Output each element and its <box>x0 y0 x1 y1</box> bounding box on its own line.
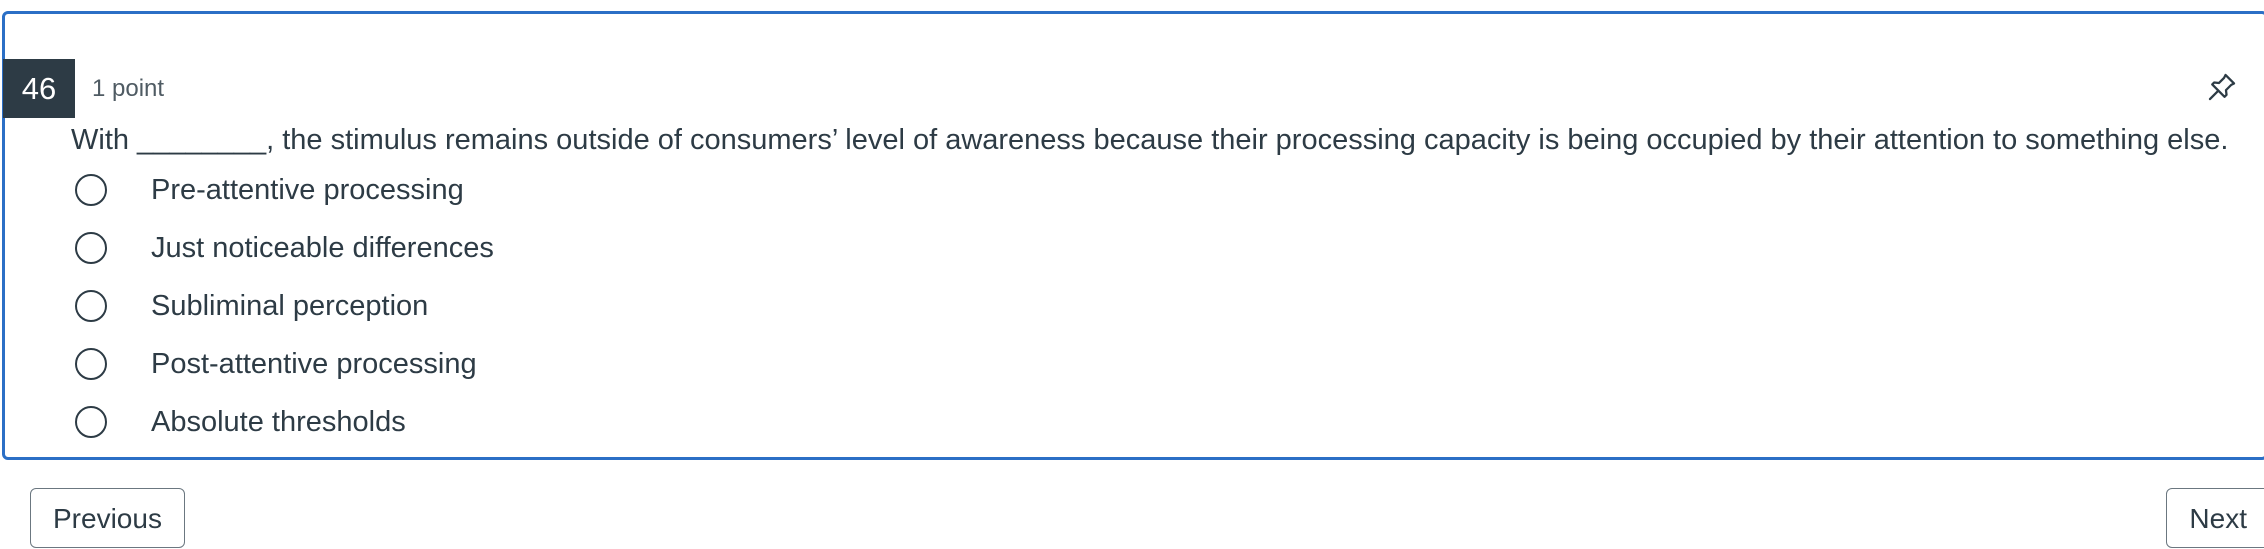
answer-option[interactable]: Post-attentive processing <box>71 335 494 393</box>
radio-button[interactable] <box>75 174 107 206</box>
answer-option[interactable]: Absolute thresholds <box>71 393 494 451</box>
radio-button[interactable] <box>75 290 107 322</box>
answer-option[interactable]: Subliminal perception <box>71 277 494 335</box>
answer-label[interactable]: Subliminal perception <box>151 290 428 323</box>
question-card: 46 1 point With ________, the stimulus r… <box>2 11 2264 460</box>
answer-label[interactable]: Absolute thresholds <box>151 406 406 439</box>
answer-label[interactable]: Pre-attentive processing <box>151 174 464 207</box>
previous-button[interactable]: Previous <box>30 488 185 548</box>
answer-option[interactable]: Pre-attentive processing <box>71 161 494 219</box>
radio-button[interactable] <box>75 348 107 380</box>
answer-label[interactable]: Post-attentive processing <box>151 348 477 381</box>
radio-button[interactable] <box>75 406 107 438</box>
pin-icon[interactable] <box>2205 70 2239 104</box>
answer-list: Pre-attentive processing Just noticeable… <box>71 161 494 451</box>
radio-button[interactable] <box>75 232 107 264</box>
question-points: 1 point <box>92 75 165 102</box>
answer-label[interactable]: Just noticeable differences <box>151 232 494 265</box>
next-button[interactable]: Next <box>2166 488 2264 548</box>
question-number-badge: 46 <box>3 59 75 118</box>
answer-option[interactable]: Just noticeable differences <box>71 219 494 277</box>
